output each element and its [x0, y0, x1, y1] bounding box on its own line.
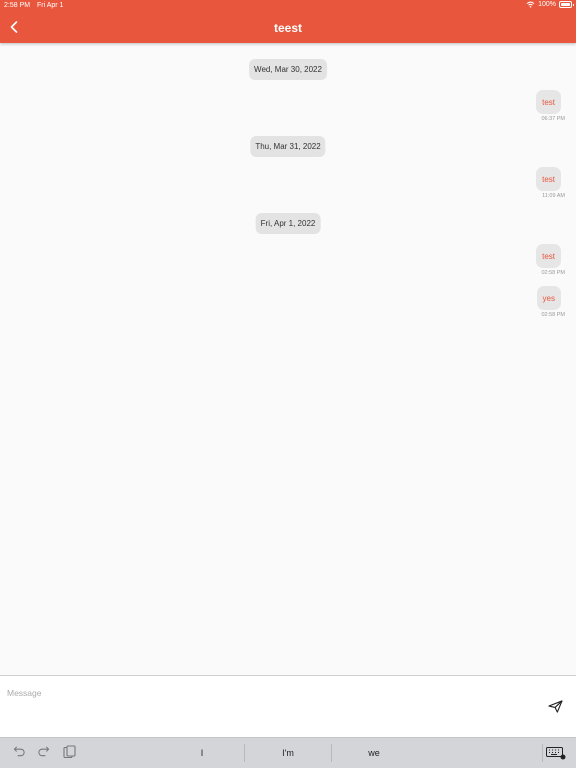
message-time: 02:58 PM	[541, 270, 565, 276]
keyboard-icon	[546, 747, 566, 760]
undo-button[interactable]	[13, 745, 26, 763]
message-bubble[interactable]: test	[536, 167, 561, 191]
chat-title: teest	[273, 21, 302, 35]
message-list[interactable]: Wed, Mar 30, 2022 test 06:37 PM Thu, Mar…	[0, 43, 576, 675]
message-bubble[interactable]: test	[536, 90, 561, 114]
date-separator: Wed, Mar 30, 2022	[249, 59, 327, 80]
message-time: 11:09 AM	[542, 193, 565, 199]
message-bubble[interactable]: yes	[536, 286, 561, 310]
status-bar: 2:58 PM Fri Apr 1 100%	[0, 0, 576, 12]
battery-icon	[559, 1, 574, 8]
dismiss-keyboard-button[interactable]	[546, 747, 566, 765]
redo-icon	[38, 746, 50, 757]
send-icon	[548, 700, 563, 713]
wifi-icon	[526, 1, 535, 8]
message-time: 06:37 PM	[541, 116, 565, 122]
suggestion-2[interactable]: I'm	[245, 748, 331, 758]
keyboard-shortcut-bar: I I'm we	[0, 737, 576, 768]
battery-percent: 100%	[538, 1, 556, 8]
suggestion-3[interactable]: we	[332, 748, 416, 758]
message-bubble[interactable]: test	[536, 244, 561, 268]
message-time: 02:58 PM	[541, 312, 565, 318]
message-composer: Message	[0, 675, 576, 737]
app-header: 2:58 PM Fri Apr 1 100% teest	[0, 0, 576, 43]
redo-button[interactable]	[37, 745, 50, 763]
status-time: 2:58 PM	[4, 2, 31, 9]
send-button[interactable]	[548, 700, 563, 718]
clipboard-icon	[63, 745, 76, 759]
date-separator: Thu, Mar 31, 2022	[250, 136, 326, 157]
suggestion-1[interactable]: I	[160, 748, 244, 758]
suggestion-divider	[542, 744, 543, 762]
status-right: 100%	[526, 1, 574, 8]
date-separator: Fri, Apr 1, 2022	[255, 213, 321, 234]
status-date: Fri Apr 1	[37, 2, 64, 9]
paste-button[interactable]	[63, 745, 76, 764]
undo-icon	[13, 746, 25, 757]
message-input[interactable]: Message	[7, 688, 42, 698]
